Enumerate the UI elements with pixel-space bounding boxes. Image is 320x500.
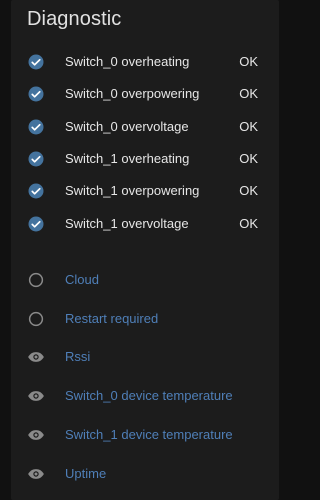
entity-row-switch1-overvoltage[interactable]: Switch_1 overvoltage OK: [11, 208, 279, 240]
entity-label: Switch_0 overpowering: [65, 86, 200, 101]
entity-label: Rssi: [65, 349, 91, 364]
entity-state: OK: [239, 54, 258, 69]
entity-row-switch0-overvoltage[interactable]: Switch_0 overvoltage OK: [11, 111, 279, 143]
entity-label: Switch_1 overheating: [65, 151, 190, 166]
entity-label: Restart required: [65, 311, 159, 326]
entity-row-restart-required[interactable]: Restart required: [11, 303, 279, 335]
circle-outline-icon: [27, 271, 45, 289]
check-circle-icon: [27, 150, 45, 168]
circle-outline-icon: [27, 310, 45, 328]
card-title: Diagnostic: [27, 8, 122, 30]
entity-state: OK: [239, 151, 258, 166]
check-circle-icon: [27, 53, 45, 71]
entity-row-switch1-overpowering[interactable]: Switch_1 overpowering OK: [11, 175, 279, 207]
check-circle-icon: [27, 215, 45, 233]
entity-label: Switch_0 device temperature: [65, 388, 233, 403]
entity-label: Switch_1 device temperature: [65, 427, 233, 442]
entity-state: OK: [239, 119, 258, 134]
diagnostic-card: Diagnostic Switch_0 overheating OK Switc…: [11, 0, 279, 500]
entity-label: Switch_0 overvoltage: [65, 119, 189, 134]
eye-icon: [27, 387, 45, 405]
entity-label: Switch_1 overpowering: [65, 183, 200, 198]
entity-state: OK: [239, 86, 258, 101]
eye-icon: [27, 465, 45, 483]
entity-row-switch0-device-temperature[interactable]: Switch_0 device temperature: [11, 380, 279, 412]
entity-state: OK: [239, 183, 258, 198]
eye-icon: [27, 426, 45, 444]
entity-row-switch0-overheating[interactable]: Switch_0 overheating OK: [11, 46, 279, 78]
check-circle-icon: [27, 85, 45, 103]
entity-label: Switch_0 overheating: [65, 54, 190, 69]
entity-row-cloud[interactable]: Cloud: [11, 264, 279, 296]
entity-row-rssi[interactable]: Rssi: [11, 341, 279, 373]
check-circle-icon: [27, 182, 45, 200]
entity-row-switch1-overheating[interactable]: Switch_1 overheating OK: [11, 143, 279, 175]
entity-row-switch1-device-temperature[interactable]: Switch_1 device temperature: [11, 419, 279, 451]
entity-state: OK: [239, 216, 258, 231]
entity-label: Switch_1 overvoltage: [65, 216, 189, 231]
entity-label: Uptime: [65, 466, 107, 481]
check-circle-icon: [27, 118, 45, 136]
entity-label: Cloud: [65, 272, 99, 287]
entity-row-switch0-overpowering[interactable]: Switch_0 overpowering OK: [11, 78, 279, 110]
eye-icon: [27, 348, 45, 366]
entity-row-uptime[interactable]: Uptime: [11, 458, 279, 490]
